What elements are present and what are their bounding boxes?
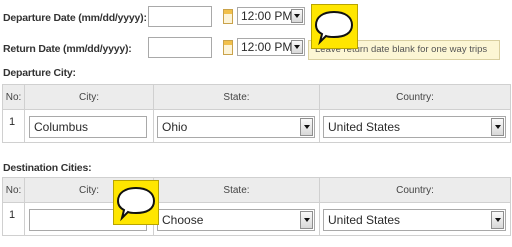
speech-bubble-icon xyxy=(113,180,159,225)
departure-country-select[interactable]: United States xyxy=(323,116,506,138)
departure-date-input[interactable] xyxy=(148,6,212,27)
header-state: State: xyxy=(153,177,320,203)
chevron-down-icon[interactable] xyxy=(300,211,313,229)
header-state: State: xyxy=(153,84,320,110)
header-no: No: xyxy=(2,84,25,110)
departure-city-table: No: City: State: Country: 1 Columbus Ohi… xyxy=(2,84,511,143)
header-country: Country: xyxy=(319,84,511,110)
departure-country-value: United States xyxy=(328,120,401,134)
header-country: Country: xyxy=(319,177,511,203)
return-time-value: 12:00 PM xyxy=(241,40,293,54)
row-number: 1 xyxy=(9,209,16,221)
departure-date-label: Departure Date (mm/dd/yyyy): xyxy=(3,12,147,24)
speech-bubble-icon xyxy=(311,4,358,49)
header-city: City: xyxy=(24,84,154,110)
departure-state-select[interactable]: Ohio xyxy=(157,116,315,138)
table-row: 1 Choose United States xyxy=(2,202,511,236)
chevron-down-icon[interactable] xyxy=(491,118,504,136)
departure-city-input[interactable]: Columbus xyxy=(29,116,147,138)
departure-time-value: 12:00 PM xyxy=(241,9,293,23)
destination-state-select[interactable]: Choose xyxy=(157,209,315,231)
return-time-select[interactable]: 12:00 PM xyxy=(237,38,305,56)
chevron-down-icon[interactable] xyxy=(291,9,303,23)
destination-state-value: Choose xyxy=(162,213,204,227)
calendar-icon[interactable] xyxy=(223,40,233,55)
departure-state-value: Ohio xyxy=(162,120,188,134)
destination-cities-table: No: City: State: Country: 1 Choose Unite… xyxy=(2,177,511,236)
header-no: No: xyxy=(2,177,25,203)
departure-time-select[interactable]: 12:00 PM xyxy=(237,7,305,25)
return-date-input[interactable] xyxy=(148,37,212,58)
calendar-icon[interactable] xyxy=(223,9,233,24)
destination-country-value: United States xyxy=(328,213,401,227)
destination-cities-title: Destination Cities: xyxy=(3,162,92,174)
return-date-label: Return Date (mm/dd/yyyy): xyxy=(3,43,132,55)
row-number: 1 xyxy=(9,116,16,128)
destination-country-select[interactable]: United States xyxy=(323,209,506,231)
departure-city-title: Departure City: xyxy=(3,67,76,79)
chevron-down-icon[interactable] xyxy=(291,40,303,54)
chevron-down-icon[interactable] xyxy=(300,118,313,136)
table-row: 1 Columbus Ohio United States xyxy=(2,109,511,143)
chevron-down-icon[interactable] xyxy=(491,211,504,229)
